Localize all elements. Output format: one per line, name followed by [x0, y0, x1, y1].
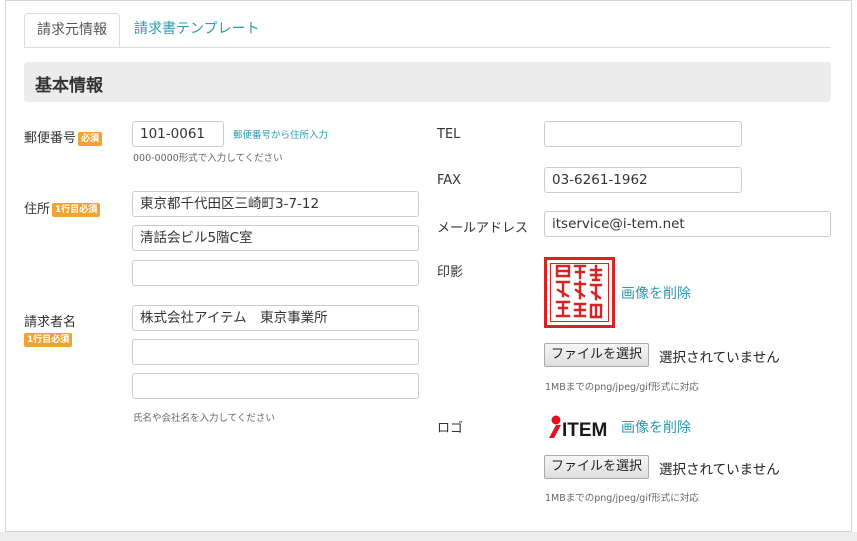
seal-file-status: 選択されていません	[659, 350, 780, 366]
seal-glyph-icon	[555, 264, 603, 319]
fax-label: FAX	[437, 173, 462, 188]
billing-name-line1-input[interactable]: 株式会社アイテム 東京事業所	[132, 305, 419, 331]
seal-image	[544, 257, 615, 328]
tab-invoice-template[interactable]: 請求書テンプレート	[134, 13, 260, 47]
billing-name-line3-input[interactable]	[132, 373, 419, 399]
seal-delete-link[interactable]: 画像を削除	[621, 283, 691, 303]
address-line1-input[interactable]: 東京都千代田区三崎町3-7-12	[132, 191, 419, 217]
section-title: 基本情報	[35, 76, 103, 96]
postal-lookup-link[interactable]: 郵便番号から住所入力	[233, 127, 328, 141]
email-label: メールアドレス	[437, 221, 529, 236]
item-logo-icon: ITEM	[549, 415, 607, 440]
seal-label: 印影	[437, 265, 464, 280]
postal-input[interactable]: 101-0061	[132, 121, 224, 147]
seal-hint: 1MBまでのpng/jpeg/gif形式に対応	[545, 382, 699, 393]
first-line-required-badge: 1行目必須	[52, 202, 101, 217]
logo-text: ITEM	[562, 420, 607, 440]
address-label-text: 住所	[24, 202, 51, 217]
first-line-required-badge: 1行目必須	[24, 333, 73, 347]
address-line2-input[interactable]: 清話会ビル5階C室	[132, 225, 419, 251]
bottom-strip	[0, 532, 857, 541]
tab-bar: 請求元情報 請求書テンプレート	[24, 13, 831, 48]
section-header: 基本情報	[24, 62, 831, 102]
tel-input[interactable]	[544, 121, 742, 147]
postal-label: 郵便番号 必須	[24, 127, 103, 146]
tel-label: TEL	[437, 127, 461, 142]
logo-file-button[interactable]: ファイルを選択	[544, 455, 650, 479]
postal-hint: 000-0000形式で入力してください	[133, 153, 283, 164]
logo-label: ロゴ	[437, 421, 464, 436]
billing-name-line2-input[interactable]	[132, 339, 419, 365]
logo-file-status: 選択されていません	[659, 462, 780, 478]
fax-input[interactable]: 03-6261-1962	[544, 167, 742, 193]
postal-label-text: 郵便番号	[24, 131, 77, 146]
logo-hint: 1MBまでのpng/jpeg/gif形式に対応	[545, 493, 699, 504]
required-badge: 必須	[78, 131, 103, 146]
address-line3-input[interactable]	[132, 260, 419, 286]
tab-billing-source-info[interactable]: 請求元情報	[24, 13, 120, 47]
billing-name-label: 請求者名	[24, 315, 77, 330]
email-input[interactable]: itservice@i-tem.net	[544, 211, 831, 237]
address-label: 住所 1行目必須	[24, 198, 101, 217]
logo-delete-link[interactable]: 画像を削除	[621, 417, 691, 437]
seal-file-button[interactable]: ファイルを選択	[544, 343, 650, 367]
billing-name-hint: 氏名や会社名を入力してください	[133, 413, 275, 424]
